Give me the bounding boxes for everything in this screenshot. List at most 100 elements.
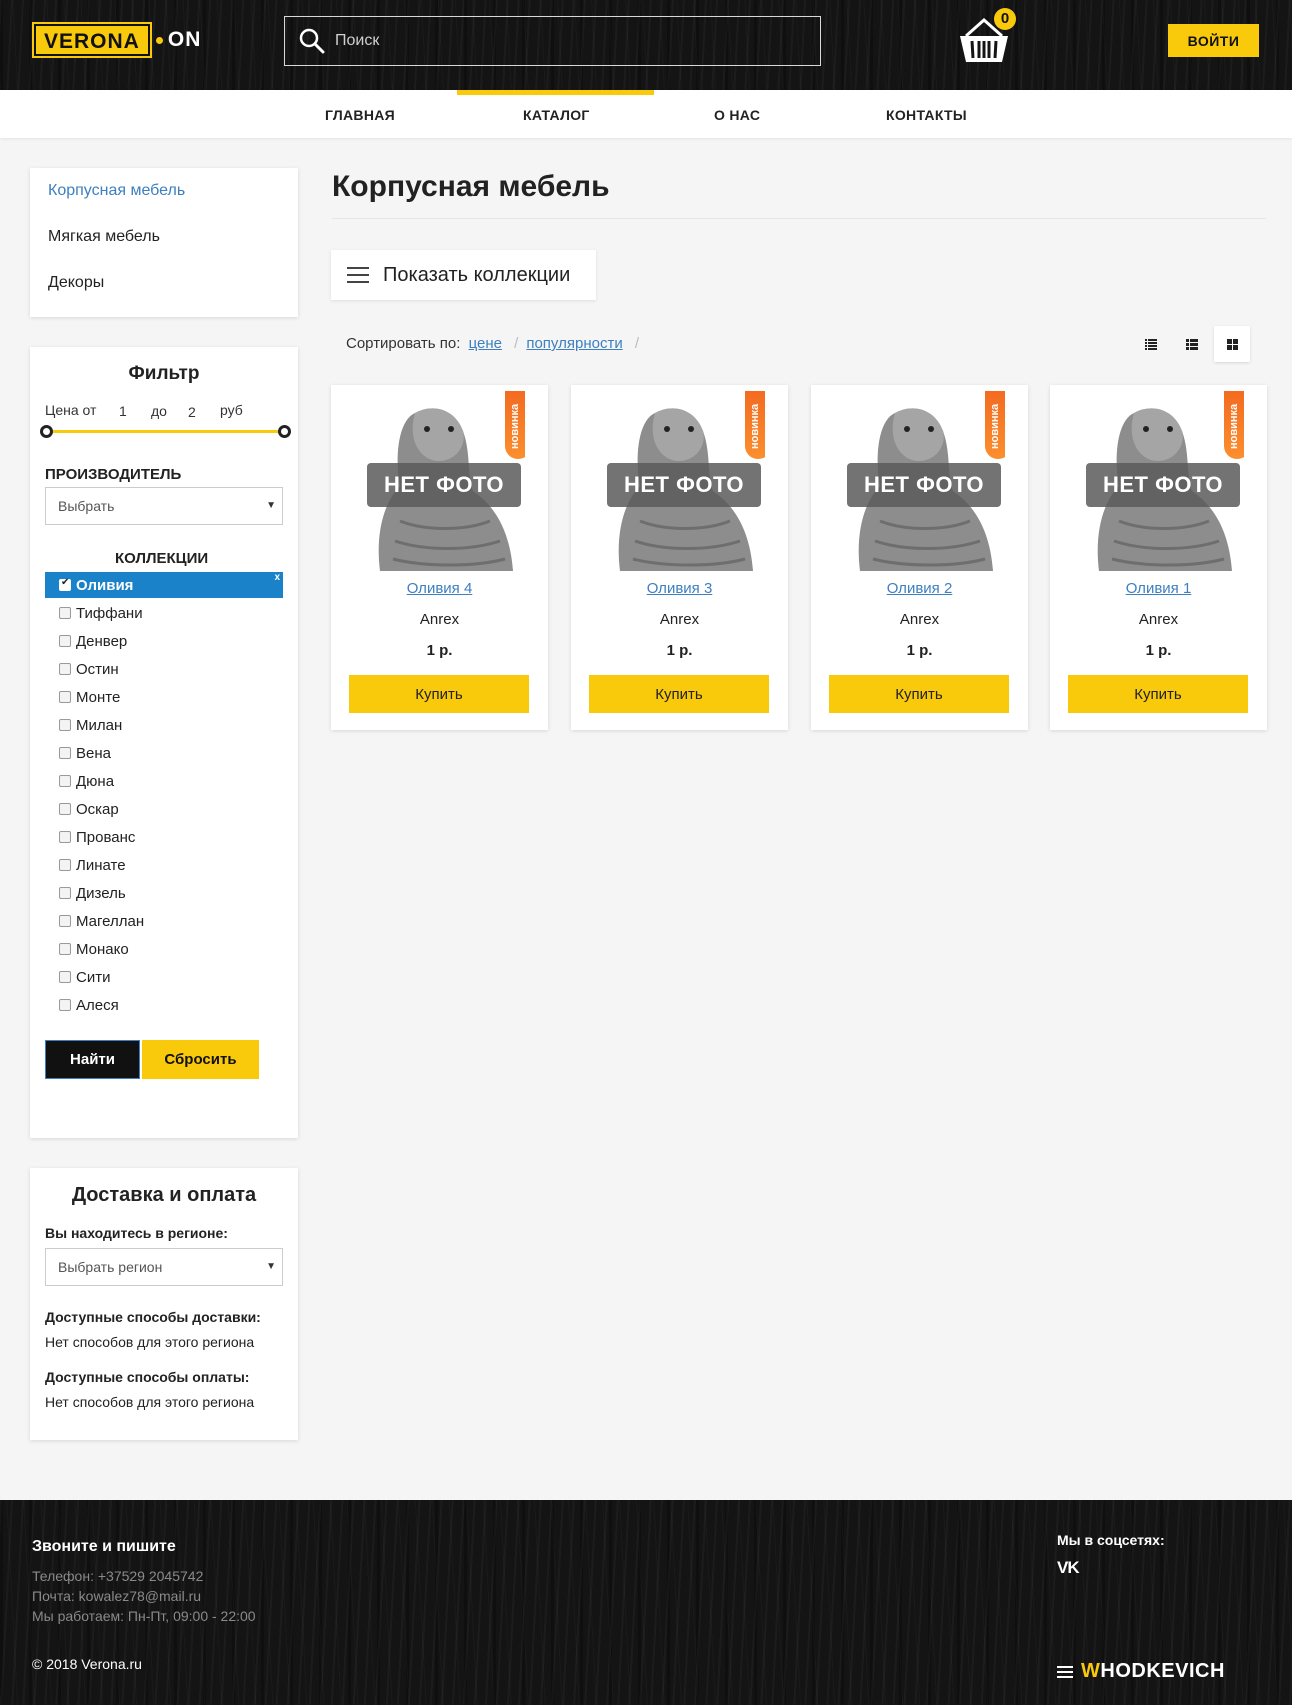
manufacturer-select[interactable]: Выбрать ▼ xyxy=(45,487,283,525)
view-list-button[interactable] xyxy=(1174,326,1210,362)
checkbox[interactable] xyxy=(59,999,71,1011)
product-photo[interactable]: НЕТ ФОТО новинка xyxy=(1074,391,1244,571)
collection-option[interactable]: Вена xyxy=(45,740,283,766)
sort-separator: / xyxy=(514,335,519,352)
list-icon xyxy=(1186,338,1198,350)
site-logo[interactable]: VERONA ON xyxy=(32,22,201,58)
checkbox[interactable] xyxy=(59,691,71,703)
region-select-value: Выбрать регион xyxy=(58,1259,163,1275)
search-input[interactable] xyxy=(335,32,775,50)
checkbox[interactable] xyxy=(59,775,71,787)
product-photo[interactable]: НЕТ ФОТО новинка xyxy=(355,391,525,571)
delivery-title: Доставка и оплата xyxy=(71,1184,257,1206)
sort-by-popularity-link[interactable]: популярности xyxy=(526,335,622,352)
nav-item-contacts[interactable]: КОНТАКТЫ xyxy=(886,90,967,138)
sort-by-price-link[interactable]: цене xyxy=(469,335,502,352)
buy-button[interactable]: Купить xyxy=(589,675,769,713)
header-bar: VERONA ON 0 ВОЙТИ xyxy=(0,0,1292,90)
collection-option[interactable]: Тиффани xyxy=(45,600,283,626)
buy-button[interactable]: Купить xyxy=(829,675,1009,713)
price-to-label: до xyxy=(151,403,167,419)
checkbox[interactable] xyxy=(59,663,71,675)
no-photo-text: НЕТ ФОТО xyxy=(367,463,521,507)
checkbox[interactable] xyxy=(59,635,71,647)
checkbox[interactable] xyxy=(59,915,71,927)
checkbox-checked[interactable] xyxy=(59,577,71,591)
filter-find-button[interactable]: Найти xyxy=(45,1040,140,1079)
category-item-decor[interactable]: Декоры xyxy=(48,274,104,292)
product-brand: Anrex xyxy=(899,611,940,628)
checkbox[interactable] xyxy=(59,803,71,815)
category-item-cabinet[interactable]: Корпусная мебель xyxy=(48,182,185,200)
price-to-value[interactable]: 2 xyxy=(188,404,196,420)
search-icon[interactable] xyxy=(299,28,325,54)
product-name-link[interactable]: Оливия 2 xyxy=(811,580,1028,597)
collection-option[interactable]: Милан xyxy=(45,712,283,738)
view-list-detailed-button[interactable] xyxy=(1133,326,1169,362)
collection-option[interactable]: Линате xyxy=(45,852,283,878)
buy-button[interactable]: Купить xyxy=(349,675,529,713)
product-name-link[interactable]: Оливия 4 xyxy=(331,580,548,597)
logo-dot xyxy=(155,36,163,44)
filter-reset-button[interactable]: Сбросить xyxy=(142,1040,259,1079)
nav-item-catalog[interactable]: КАТАЛОГ xyxy=(523,90,590,138)
login-button[interactable]: ВОЙТИ xyxy=(1168,24,1259,57)
chevron-down-icon: ▼ xyxy=(266,1261,276,1272)
checkbox[interactable] xyxy=(59,747,71,759)
collection-option[interactable]: Монако xyxy=(45,936,283,962)
checkbox[interactable] xyxy=(59,971,71,983)
collection-option[interactable]: Монте xyxy=(45,684,283,710)
collection-option[interactable]: Оливия x xyxy=(45,572,283,598)
collection-option[interactable]: Оскар xyxy=(45,796,283,822)
shipping-methods-label: Доступные способы доставки: xyxy=(45,1309,261,1325)
collection-option[interactable]: Сити xyxy=(45,964,283,990)
collection-label: Тиффани xyxy=(76,604,143,622)
product-name-link[interactable]: Оливия 3 xyxy=(571,580,788,597)
cart-button[interactable]: 0 xyxy=(958,8,1016,68)
region-select[interactable]: Выбрать регион ▼ xyxy=(45,1248,283,1286)
price-from-value[interactable]: 1 xyxy=(119,403,127,419)
price-slider-min-handle[interactable] xyxy=(40,425,53,438)
view-grid-button[interactable] xyxy=(1214,326,1250,362)
collection-label: Линате xyxy=(76,856,126,874)
product-price: 1 р. xyxy=(906,642,933,659)
new-badge: новинка xyxy=(745,391,765,459)
checkbox[interactable] xyxy=(59,719,71,731)
checkbox[interactable] xyxy=(59,943,71,955)
collection-option[interactable]: Дизель xyxy=(45,880,283,906)
collection-option[interactable]: Денвер xyxy=(45,628,283,654)
footer-email[interactable]: Почта: kowalez78@mail.ru xyxy=(32,1588,201,1604)
hamburger-icon xyxy=(347,267,369,283)
clear-selection-icon[interactable]: x xyxy=(274,572,280,583)
checkbox[interactable] xyxy=(59,607,71,619)
vk-icon[interactable]: VK xyxy=(1057,1558,1080,1578)
new-badge-label: новинка xyxy=(509,403,521,449)
payment-methods-value: Нет способов для этого региона xyxy=(45,1394,255,1410)
checkbox[interactable] xyxy=(59,887,71,899)
nav-item-home[interactable]: ГЛАВНАЯ xyxy=(325,90,395,138)
price-slider-max-handle[interactable] xyxy=(278,425,291,438)
category-item-soft[interactable]: Мягкая мебель xyxy=(48,228,160,246)
shipping-methods-value: Нет способов для этого региона xyxy=(45,1334,255,1350)
buy-button[interactable]: Купить xyxy=(1068,675,1248,713)
new-badge-label: новинка xyxy=(1228,403,1240,449)
product-photo[interactable]: НЕТ ФОТО новинка xyxy=(595,391,765,571)
collection-option[interactable]: Остин xyxy=(45,656,283,682)
nav-item-about[interactable]: О НАС xyxy=(714,90,760,138)
show-collections-button[interactable]: Показать коллекции xyxy=(331,250,596,300)
collection-option[interactable]: Магеллан xyxy=(45,908,283,934)
product-name-link[interactable]: Оливия 1 xyxy=(1050,580,1267,597)
product-brand: Anrex xyxy=(659,611,700,628)
product-brand: Anrex xyxy=(419,611,460,628)
footer-phone[interactable]: Телефон: +37529 2045742 xyxy=(32,1568,203,1584)
price-slider-track[interactable] xyxy=(46,430,284,433)
checkbox[interactable] xyxy=(59,831,71,843)
collection-option[interactable]: Прованс xyxy=(45,824,283,850)
checkbox[interactable] xyxy=(59,859,71,871)
no-photo-text: НЕТ ФОТО xyxy=(1086,463,1240,507)
manufacturer-label: ПРОИЗВОДИТЕЛЬ xyxy=(45,466,182,483)
developer-logo[interactable]: W HODKEVICH xyxy=(1057,1660,1225,1683)
collection-option[interactable]: Дюна xyxy=(45,768,283,794)
collection-option[interactable]: Алеся xyxy=(45,992,283,1018)
product-photo[interactable]: НЕТ ФОТО новинка xyxy=(835,391,1005,571)
